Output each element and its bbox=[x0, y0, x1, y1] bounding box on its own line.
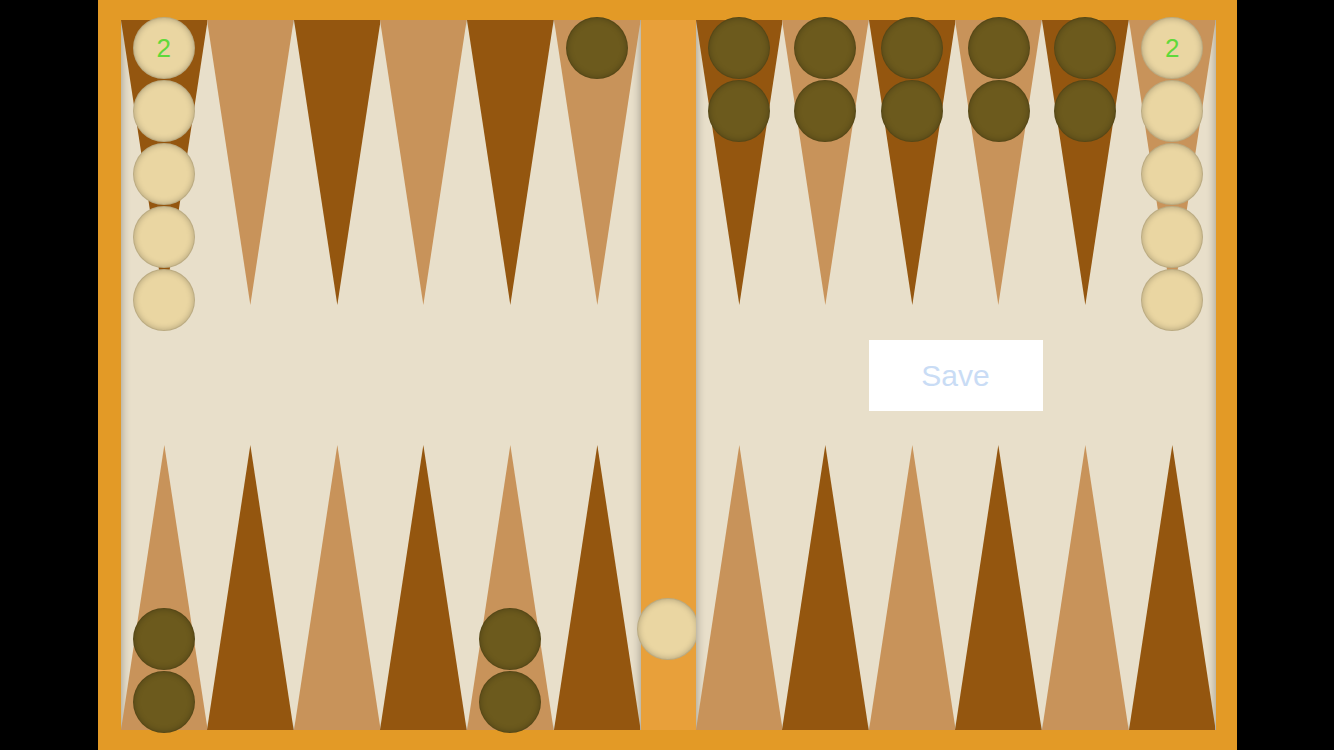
checker[interactable] bbox=[794, 17, 856, 79]
point[interactable] bbox=[380, 20, 467, 305]
point[interactable] bbox=[380, 445, 467, 730]
bar bbox=[641, 20, 696, 730]
checker[interactable] bbox=[1054, 17, 1116, 79]
point[interactable] bbox=[696, 445, 783, 730]
checker[interactable] bbox=[881, 80, 943, 142]
point[interactable] bbox=[554, 445, 641, 730]
checker[interactable] bbox=[133, 608, 195, 670]
checker[interactable] bbox=[708, 17, 770, 79]
checker[interactable] bbox=[968, 17, 1030, 79]
checker[interactable] bbox=[1054, 80, 1116, 142]
left-board: 2 bbox=[121, 20, 641, 730]
checker[interactable] bbox=[479, 671, 541, 733]
checker[interactable] bbox=[133, 671, 195, 733]
point[interactable] bbox=[294, 445, 381, 730]
checker[interactable] bbox=[479, 608, 541, 670]
point[interactable] bbox=[467, 20, 554, 305]
point[interactable] bbox=[869, 445, 956, 730]
save-button[interactable]: Save bbox=[869, 340, 1043, 411]
point[interactable] bbox=[955, 445, 1042, 730]
point[interactable]: 2 bbox=[121, 20, 208, 305]
checker-stack bbox=[554, 17, 641, 79]
point[interactable] bbox=[294, 20, 381, 305]
checker[interactable] bbox=[1141, 80, 1203, 142]
checker[interactable] bbox=[133, 143, 195, 205]
point[interactable] bbox=[207, 20, 294, 305]
checker[interactable] bbox=[133, 269, 195, 331]
checker[interactable] bbox=[1141, 143, 1203, 205]
point[interactable]: 2 bbox=[1129, 20, 1216, 305]
point[interactable] bbox=[207, 445, 294, 730]
checker-stack: 2 bbox=[1129, 17, 1216, 331]
checker[interactable] bbox=[794, 80, 856, 142]
checker-stack bbox=[782, 17, 869, 142]
checker[interactable]: 2 bbox=[133, 17, 195, 79]
checker[interactable] bbox=[566, 17, 628, 79]
point[interactable] bbox=[782, 20, 869, 305]
point[interactable] bbox=[1042, 445, 1129, 730]
board-frame: 2 2 Save bbox=[98, 0, 1237, 750]
checker-stack bbox=[869, 17, 956, 142]
stack-count: 2 bbox=[1165, 35, 1179, 61]
point[interactable] bbox=[955, 20, 1042, 305]
checker-stack bbox=[955, 17, 1042, 142]
stack-count: 2 bbox=[157, 35, 171, 61]
checker[interactable] bbox=[1141, 269, 1203, 331]
point[interactable] bbox=[696, 20, 783, 305]
checker[interactable] bbox=[637, 598, 699, 660]
checker-stack bbox=[121, 608, 208, 733]
checker-stack: 2 bbox=[121, 17, 208, 331]
checker-stack bbox=[696, 17, 783, 142]
checker[interactable] bbox=[968, 80, 1030, 142]
checker[interactable] bbox=[881, 17, 943, 79]
point[interactable] bbox=[1042, 20, 1129, 305]
point[interactable] bbox=[782, 445, 869, 730]
checker[interactable] bbox=[708, 80, 770, 142]
right-board: 2 Save bbox=[696, 20, 1216, 730]
point[interactable] bbox=[1129, 445, 1216, 730]
point[interactable] bbox=[467, 445, 554, 730]
point[interactable] bbox=[121, 445, 208, 730]
checker[interactable] bbox=[1141, 206, 1203, 268]
checker[interactable]: 2 bbox=[1141, 17, 1203, 79]
checker-stack bbox=[1042, 17, 1129, 142]
checker[interactable] bbox=[133, 80, 195, 142]
point[interactable] bbox=[554, 20, 641, 305]
checker[interactable] bbox=[133, 206, 195, 268]
point[interactable] bbox=[869, 20, 956, 305]
checker-stack bbox=[467, 608, 554, 733]
